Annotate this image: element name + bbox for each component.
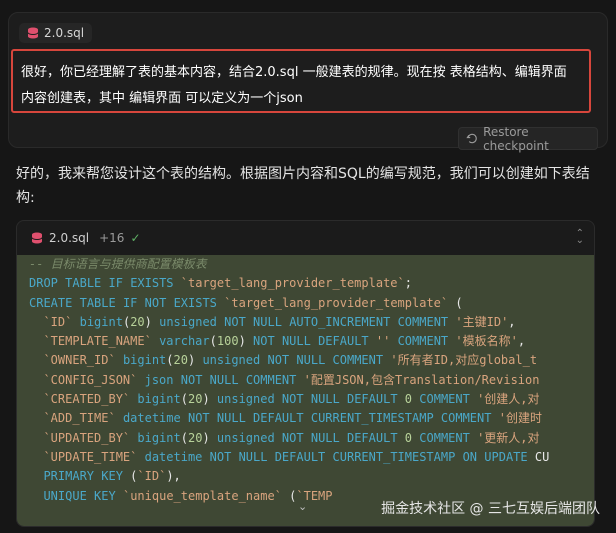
- code-line: `UPDATE_TIME` datetime NOT NULL DEFAULT …: [43, 449, 550, 464]
- code-line: `CREATED_BY` bigint(20) unsigned NOT NUL…: [43, 392, 540, 407]
- database-icon: [31, 232, 43, 243]
- code-line: `OWNER_ID` bigint(20) unsigned NOT NULL …: [43, 353, 538, 368]
- code-line: CREATE TABLE IF NOT EXISTS `target_lang_…: [29, 295, 463, 310]
- restore-checkpoint-label: Restore checkpoint: [483, 124, 549, 153]
- file-chip-label: 2.0.sql: [44, 26, 85, 40]
- database-icon: [27, 27, 39, 39]
- code-line: -- 目标语言与提供商配置模板表: [29, 257, 207, 271]
- code-line: `UPDATED_BY` bigint(20) unsigned NOT NUL…: [43, 430, 540, 445]
- code-line: PRIMARY KEY (`ID`),: [43, 469, 181, 484]
- code-file-name: 2.0.sql: [49, 230, 90, 245]
- assistant-reply-text: 好的，我来帮您设计这个表的结构。根据图片内容和SQL的编写规范，我们可以创建如下…: [16, 166, 590, 206]
- code-line: `ID` bigint(20) unsigned NOT NULL AUTO_I…: [43, 314, 516, 329]
- watermark: 掘金技术社区 @ 三七互娱后端团队: [381, 501, 600, 517]
- restore-icon: [466, 133, 477, 144]
- diff-count: +16: [99, 230, 125, 245]
- code-block-header[interactable]: 2.0.sql +16 ✓ ⌃ ⌄: [17, 221, 594, 254]
- chevron-down-icon[interactable]: ⌄: [298, 500, 307, 513]
- restore-checkpoint-button[interactable]: Restore checkpoint: [458, 124, 598, 153]
- collapse-icon[interactable]: ⌃ ⌄: [576, 229, 584, 246]
- code-block: 2.0.sql +16 ✓ ⌃ ⌄ -- 目标语言与提供商配置模板表 DROP TA…: [16, 220, 595, 527]
- code-line: `ADD_TIME` datetime NOT NULL DEFAULT CUR…: [43, 411, 542, 426]
- file-chip[interactable]: 2.0.sql: [19, 23, 93, 43]
- code-line: `CONFIG_JSON` json NOT NULL COMMENT '配置J…: [43, 372, 540, 387]
- user-message-card: 2.0.sql 很好，你已经理解了表的基本内容，结合2.0.sql 一般建表的规…: [8, 12, 608, 153]
- check-icon: ✓: [130, 230, 141, 245]
- code-content: -- 目标语言与提供商配置模板表 DROP TABLE IF EXISTS `ta…: [17, 255, 594, 526]
- code-line: `TEMPLATE_NAME` varchar(100) NOT NULL DE…: [43, 334, 526, 349]
- user-message-text[interactable]: 很好，你已经理解了表的基本内容，结合2.0.sql 一般建表的规律。现在按 表格…: [11, 49, 591, 113]
- code-line: DROP TABLE IF EXISTS `target_lang_provid…: [29, 276, 412, 291]
